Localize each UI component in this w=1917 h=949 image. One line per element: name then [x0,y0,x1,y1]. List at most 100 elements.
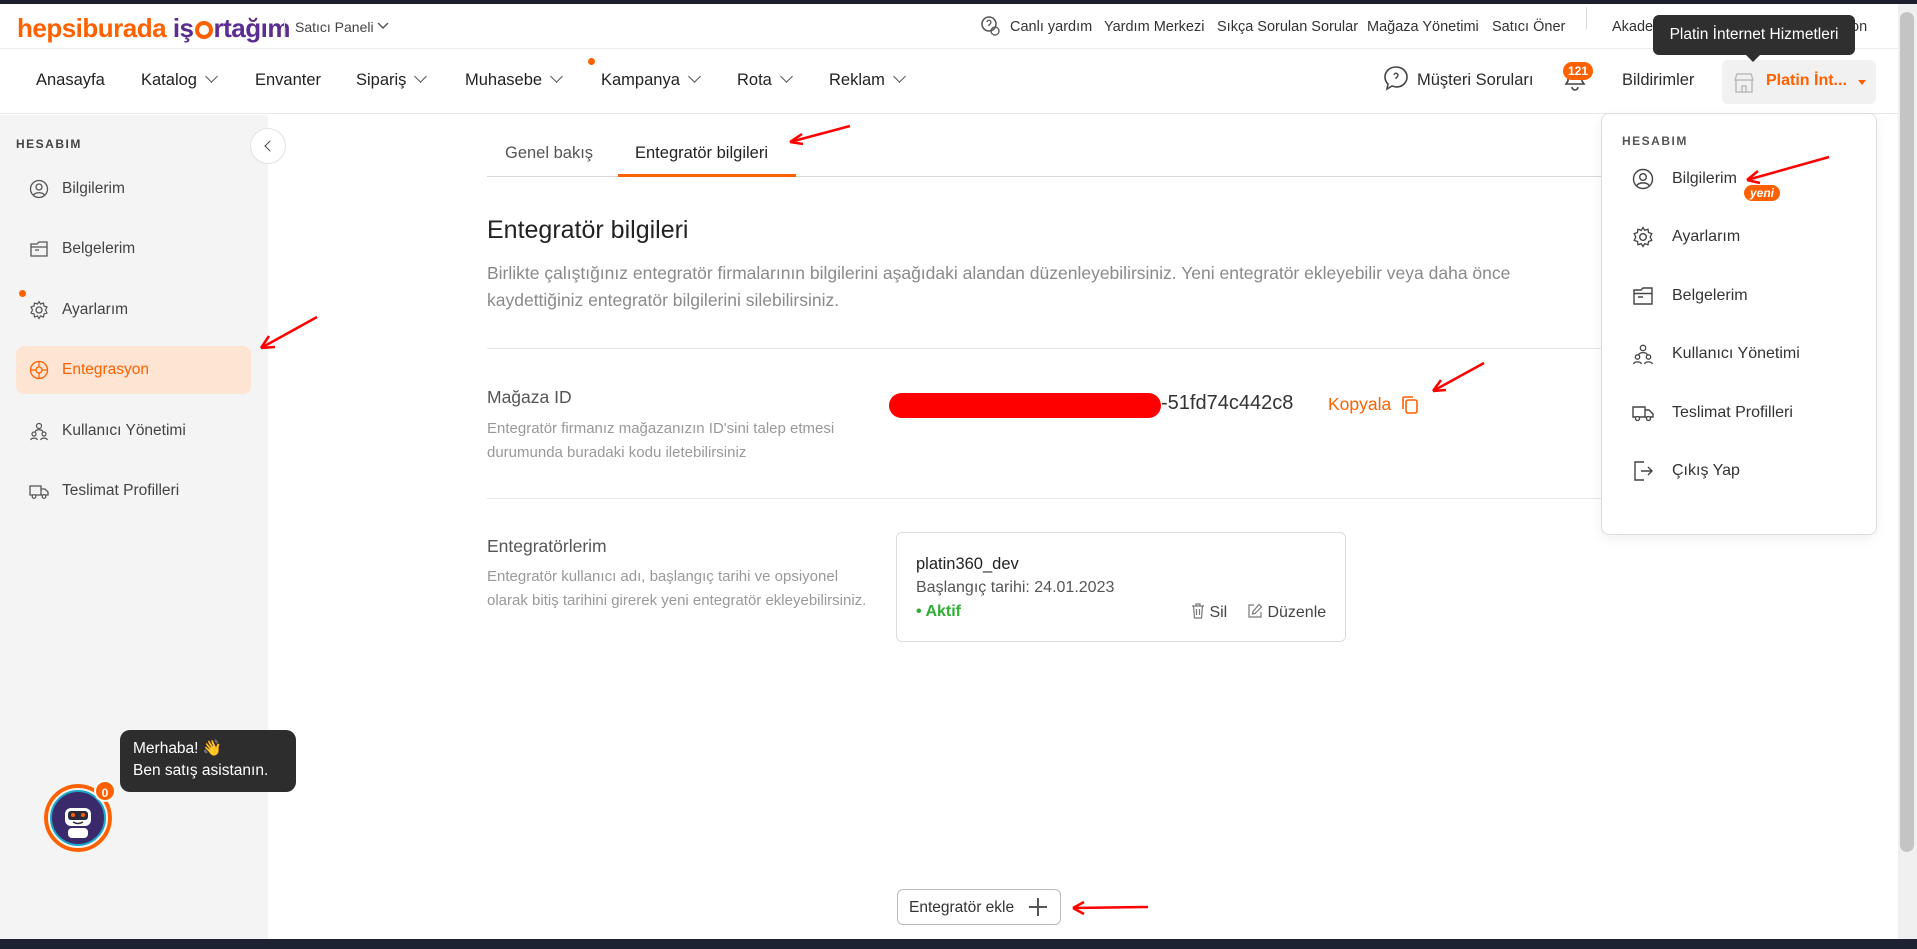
nav-kampanya[interactable]: Kampanya [601,70,701,90]
question-bubble-icon [1384,66,1408,91]
sidebar-collapse-button[interactable] [250,128,286,164]
dropdown-item-label: Kullanıcı Yönetimi [1672,345,1800,362]
greeting-line: Ben satış asistanın. [133,762,269,779]
integrators-description: Entegratör kullanıcı adı, başlangıç tari… [487,568,867,609]
logo-ring-icon [194,21,213,39]
notifications-label[interactable]: Bildirimler [1622,71,1694,90]
dropdown-item-label: Bilgilerim [1672,170,1737,187]
copy-icon[interactable] [1401,395,1419,415]
sidebar-item-label: Teslimat Profilleri [62,482,180,499]
assistant-badge: 0 [94,780,116,802]
delete-button[interactable]: Sil [1191,603,1227,622]
add-integrator-button[interactable]: Entegratör ekle [897,889,1061,925]
tab-entegrator-bilgileri[interactable]: Entegratör bilgileri [635,144,768,163]
annotation-arrow-icon [1746,155,1830,184]
user-circle-icon [1632,168,1654,190]
gear-icon [1633,226,1653,248]
users-icon [1632,344,1654,365]
scrollbar-thumb[interactable] [1900,12,1914,852]
hepsiburada-logo[interactable]: hepsiburada iş rtağım [17,13,290,44]
integrators-title: Entegratörlerim [487,536,607,556]
folder-icon [1633,287,1653,305]
dropdown-item-cikis-yap[interactable]: Çıkış Yap [1632,456,1862,486]
dropdown-item-ayarlarim[interactable]: Ayarlarım [1632,222,1862,252]
account-menu-button[interactable]: Platin İnt... [1722,60,1876,104]
nav-envanter[interactable]: Envanter [255,71,321,90]
panel-selector-label[interactable]: Satıcı Paneli [295,19,374,35]
dropdown-item-label: Teslimat Profilleri [1672,404,1793,421]
nav-siparis[interactable]: Sipariş [356,70,428,90]
sidebar-item-bilgilerim[interactable]: Bilgilerim [16,165,251,213]
chevron-down-icon [779,70,793,83]
dropdown-item-belgelerim[interactable]: Belgelerim [1632,281,1862,311]
nav-notification-dot [588,58,595,65]
logo-text-hepsiburada: hepsiburada [17,13,167,43]
divider [487,348,1627,349]
nav-muhasebe[interactable]: Muhasebe [465,70,563,90]
sidebar-item-ayarlarim[interactable]: Ayarlarım [16,286,251,334]
sidebar-item-label: Ayarlarım [62,301,129,318]
annotation-arrow-icon [789,124,851,146]
link-magaza-yonetimi[interactable]: Mağaza Yönetimi [1367,19,1479,35]
divider [284,18,285,38]
account-tooltip: Platin İnternet Hizmetleri [1653,15,1855,62]
nav-reklam[interactable]: Reklam [829,70,906,90]
sidebar-item-teslimat-profilleri[interactable]: Teslimat Profilleri [16,467,251,515]
annotation-arrow-icon [259,315,318,350]
gear-icon [30,300,48,320]
sidebar-item-kullanici-yonetimi[interactable]: Kullanıcı Yönetimi [16,407,251,455]
add-integrator-label: Entegratör ekle [909,899,1015,916]
dropdown-item-label: Belgelerim [1672,287,1748,304]
nav-anasayfa[interactable]: Anasayfa [36,71,105,90]
new-badge: yeni [1744,185,1781,201]
copy-button[interactable]: Kopyala [1328,394,1391,415]
redaction-mark [889,393,1161,418]
sidebar-item-label: Entegrasyon [62,361,150,378]
store-id-description: Entegratör firmanız mağazanızın ID'sini … [487,420,835,461]
account-name: Platin İnt... [1766,72,1847,89]
divider [1586,7,1587,29]
status-badge: • Aktif [916,603,962,620]
sidebar-item-belgelerim[interactable]: Belgelerim [16,225,251,273]
caret-down-icon [1858,80,1866,85]
dropdown-item-kullanici-yonetimi[interactable]: Kullanıcı Yönetimi [1632,339,1862,369]
link-yardim-merkezi[interactable]: Yardım Merkezi [1104,19,1204,35]
top-header: hepsiburada iş rtağım Satıcı Paneli Canlı… [0,4,1898,49]
link-canli-yardim[interactable]: Canlı yardım [1010,19,1092,35]
users-icon [29,422,49,441]
divider [487,498,1627,499]
link-sss[interactable]: Sıkça Sorulan Sorular [1217,19,1358,35]
trash-icon [1192,603,1204,619]
sidebar-item-label: Bilgilerim [62,180,125,197]
link-akademi[interactable]: Akade [1612,19,1653,35]
notification-count-badge: 121 [1563,62,1594,80]
live-help-icon[interactable] [979,15,1001,37]
integrator-card: platin360_dev Başlangıç tarihi: 24.01.20… [896,532,1346,642]
assistant-greeting-bubble: Merhaba! 👋 Ben satış asistanın. [120,730,296,792]
active-tab-indicator [618,174,796,177]
tab-genel-bakis[interactable]: Genel bakış [505,144,593,163]
edit-button[interactable]: Düzenle [1247,603,1326,622]
sidebar-title: HESABIM [16,137,82,151]
nav-rota[interactable]: Rota [737,70,793,90]
page-title: Entegratör bilgileri [487,216,689,244]
integration-icon [29,360,49,380]
dropdown-item-teslimat-profilleri[interactable]: Teslimat Profilleri [1632,398,1862,428]
edit-icon [1248,603,1263,618]
folder-icon [30,241,48,257]
sidebar-item-entegrasyon[interactable]: Entegrasyon [16,346,251,394]
integrator-start-date: Başlangıç tarihi: 24.01.2023 [916,579,1115,596]
truck-icon [29,485,49,499]
nav-katalog[interactable]: Katalog [141,70,218,90]
chevron-down-icon [205,70,218,83]
greeting-line: Merhaba! 👋 [133,740,223,757]
integrator-username: platin360_dev [916,555,1019,573]
store-id-title: Mağaza ID [487,387,572,407]
dropdown-item-label: Çıkış Yap [1672,462,1740,479]
sidebar-item-label: Kullanıcı Yönetimi [62,422,186,439]
link-satici-oner[interactable]: Satıcı Öner [1492,19,1565,35]
customer-questions-label: Müşteri Soruları [1417,71,1534,89]
chevron-down-icon[interactable] [376,18,390,34]
chevron-down-icon [550,70,563,83]
window-bottom-strip [0,939,1917,949]
